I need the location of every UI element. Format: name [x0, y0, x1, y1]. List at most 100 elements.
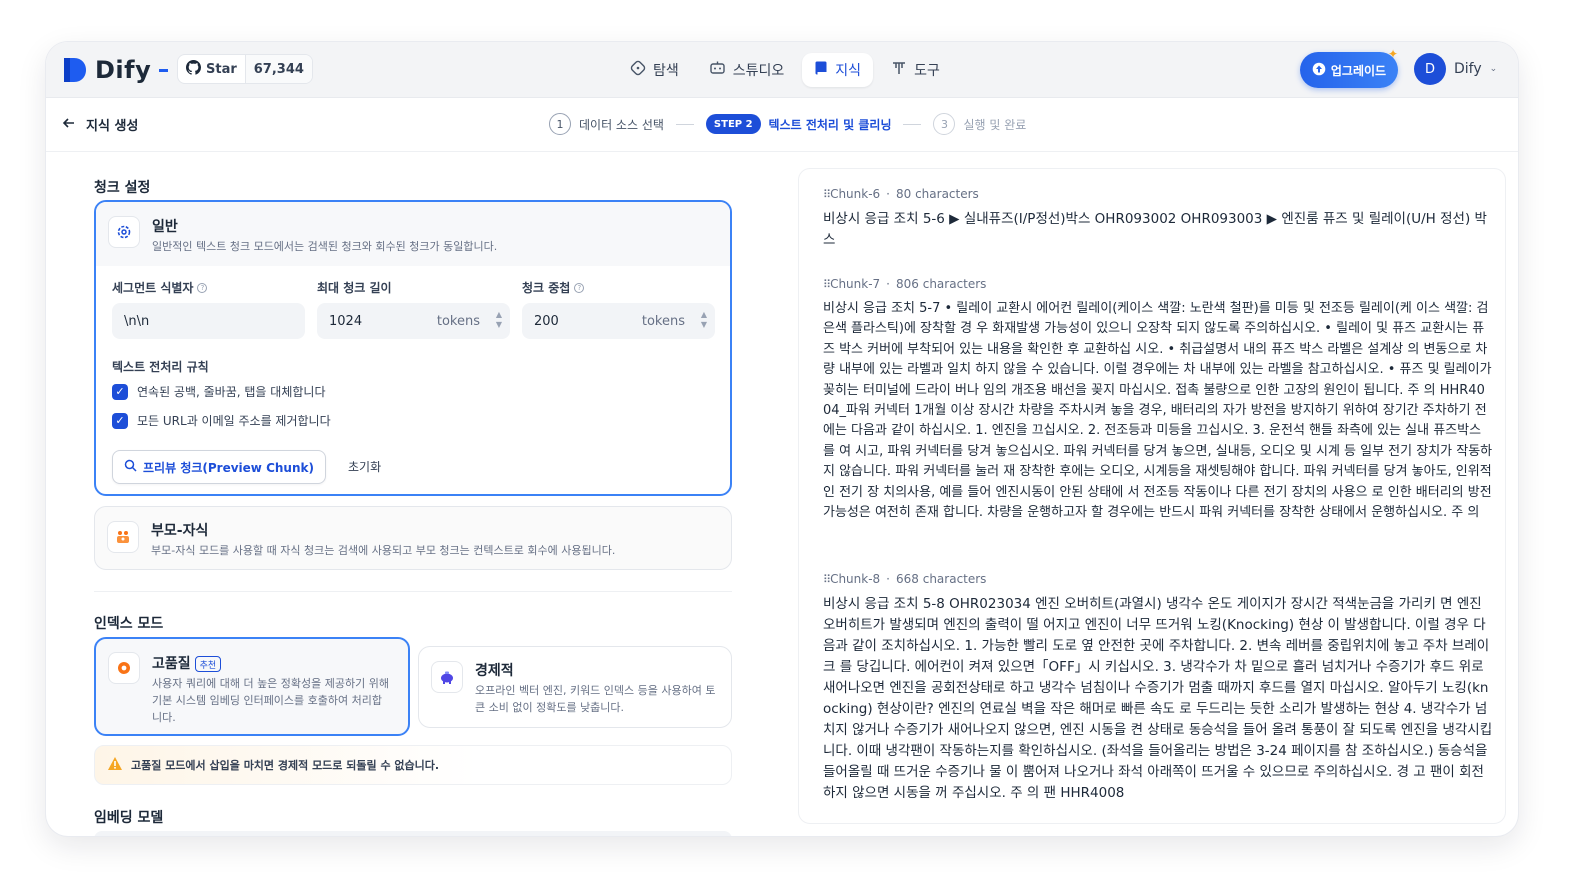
general-card-header [96, 202, 730, 266]
chunk-text: 비상시 응급 조치 5-8 OHR023034 엔진 오버히트(과열시) 냉각수… [823, 596, 1493, 801]
chunk-header: ⠿Chunk-8 · 668 characters [823, 570, 1493, 588]
reset-button[interactable]: 초기화 [348, 458, 381, 475]
nav-tools[interactable]: 도구 [879, 53, 952, 87]
chunk-title: ⠿Chunk-8 [823, 572, 881, 586]
unit-label: tokens [436, 313, 480, 329]
chunk-char-count: 668 characters [896, 572, 987, 586]
chunk-header: ⠿Chunk-6 · 80 characters [823, 185, 1493, 203]
embedding-model-title: 임베딩 모델 [94, 810, 164, 826]
high-quality-card[interactable]: 고품질 추천 사용자 쿼리에 대해 더 높은 정확성을 제공하기 위해 기본 시스… [94, 637, 410, 736]
nav-studio-label: 스튜디오 [732, 63, 785, 79]
robot-icon [709, 60, 726, 80]
high-quality-title: 고품질 추천 [152, 653, 222, 673]
nav-knowledge-label: 지식 [835, 63, 862, 79]
upgrade-icon [1312, 62, 1326, 79]
arrow-left-icon [62, 116, 76, 134]
recommended-badge: 추천 [194, 656, 222, 672]
rule-remove-urls[interactable]: ✓ 모든 URL과 이메일 주소를 제거합니다 [112, 412, 331, 429]
warning-icon [107, 756, 123, 774]
rule-replace-spaces[interactable]: ✓ 연속된 공백, 줄바꿈, 탭을 대체합니다 [112, 383, 326, 400]
economy-card[interactable]: 경제적 오프라인 벡터 엔진, 키워드 인덱스 등을 사용하여 토큰 소비 없이… [418, 646, 732, 728]
upgrade-button[interactable]: 업그레이드 [1300, 52, 1398, 88]
chunk-title: ⠿Chunk-6 [823, 187, 881, 201]
nav-explore[interactable]: 탐색 [618, 53, 691, 87]
chunk-item: ⠿Chunk-8 · 668 characters 비상시 응급 조치 5-8 … [823, 570, 1493, 804]
gear-icon [108, 216, 140, 248]
chunk-char-count: 80 characters [896, 187, 979, 201]
section-divider [94, 591, 732, 592]
general-chunk-card[interactable]: 일반 일반적인 텍스트 청크 모드에서는 검색된 청크와 회수된 청크가 동일합… [94, 200, 732, 496]
sparkle-icon: ✦ [1388, 47, 1399, 61]
overlap-input[interactable]: 200 tokens ▲ ▼ [522, 303, 715, 339]
unit-label: tokens [641, 313, 685, 329]
checkbox-checked[interactable]: ✓ [112, 383, 128, 400]
index-mode-title: 인덱스 모드 [94, 616, 164, 632]
github-star-widget[interactable]: Star 67,344 [177, 54, 313, 84]
step-divider [903, 123, 922, 125]
economy-title: 경제적 [475, 663, 514, 679]
back-label: 지식 생성 [86, 119, 139, 134]
app-window: Dify Star 67,344 탐색 스튜디오 지식 도구 업그레이드 ✦ D… [46, 42, 1518, 836]
back-button[interactable]: 지식 생성 [62, 115, 138, 134]
overlap-label: 청크 중첩? [522, 279, 585, 296]
tools-icon [891, 60, 907, 80]
general-description: 일반적인 텍스트 청크 모드에서는 검색된 청크와 회수된 청크가 동일합니다. [152, 240, 498, 253]
step-bar: 지식 생성 1 데이터 소스 선택 STEP 2 텍스트 전처리 및 클리닝 3… [46, 98, 1518, 152]
dot-separator: · [886, 572, 890, 586]
grid-icon: ⠿ [823, 188, 831, 201]
search-icon [124, 459, 137, 475]
high-quality-description: 사용자 쿼리에 대해 더 높은 정확성을 제공하기 위해 기본 시스템 임베딩 … [152, 677, 389, 724]
stepper-arrows-icon: ▲ ▼ [700, 310, 707, 329]
chunk-preview-panel: ⠿Chunk-6 · 80 characters 비상시 응급 조치 5-6 ▶… [798, 168, 1506, 824]
nav-studio[interactable]: 스튜디오 [697, 53, 797, 87]
upgrade-label: 업그레이드 [1330, 63, 1387, 78]
help-icon: ? [197, 282, 208, 293]
dot-separator: · [886, 187, 890, 201]
top-header: Dify Star 67,344 탐색 스튜디오 지식 도구 업그레이드 ✦ D… [46, 42, 1518, 98]
index-mode-warning: 고품질 모드에서 삽입을 마치면 경제적 모드로 되돌릴 수 없습니다. [94, 745, 732, 785]
stepper: 1 데이터 소스 선택 STEP 2 텍스트 전처리 및 클리닝 3 실행 및 … [549, 113, 1026, 135]
chunk-text: 비상시 응급 조치 5-7 • 릴레이 교환시 에어컨 릴레이(케이스 색깔: … [823, 301, 1493, 521]
step-3-number: 3 [933, 113, 956, 135]
dify-logo-mark [62, 56, 88, 84]
general-title: 일반 [152, 219, 178, 235]
quality-icon [108, 652, 140, 684]
embedding-model-selector[interactable] [94, 831, 732, 836]
preview-chunk-button[interactable]: 프리뷰 청크(Preview Chunk) [112, 450, 326, 484]
chunk-text: 비상시 응급 조치 5-6 ▶ 실내퓨즈(I/P정선)박스 OHR093002 … [823, 211, 1487, 248]
github-icon [186, 59, 202, 79]
avatar: D [1414, 53, 1446, 85]
parent-child-card[interactable]: 부모-자식 부모-자식 모드를 사용할 때 자식 청크는 검색에 사용되고 부모… [94, 506, 732, 570]
star-label: Star [206, 61, 237, 77]
parent-child-title: 부모-자식 [151, 523, 209, 539]
logo-underscore [159, 68, 169, 72]
preprocessing-rules-label: 텍스트 전처리 규칙 [112, 360, 209, 374]
user-name: Dify [1454, 61, 1482, 77]
dify-logo[interactable]: Dify [62, 54, 169, 86]
step-divider [675, 123, 694, 125]
max-length-input[interactable]: 1024 tokens ▲ ▼ [317, 303, 510, 339]
chunk-settings-title: 청크 설정 [94, 180, 151, 196]
user-menu[interactable]: D Dify ⌄ [1414, 53, 1497, 85]
segment-identifier-input[interactable]: \n\n [112, 303, 305, 339]
nav-explore-label: 탐색 [653, 63, 679, 79]
chunk-item: ⠿Chunk-7 · 806 characters 비상시 응급 조치 5-7 … [823, 275, 1493, 523]
star-count: 67,344 [244, 55, 312, 83]
max-length-label: 최대 청크 길이 [317, 281, 392, 295]
main-nav: 탐색 스튜디오 지식 도구 [618, 52, 952, 88]
step-1-number: 1 [549, 113, 571, 135]
checkbox-checked[interactable]: ✓ [112, 412, 128, 429]
chunk-item: ⠿Chunk-6 · 80 characters 비상시 응급 조치 5-6 ▶… [823, 185, 1493, 251]
help-icon: ? [574, 282, 585, 293]
segment-label: 세그먼트 식별자? [112, 279, 208, 296]
stepper-arrows-icon: ▲ ▼ [495, 310, 502, 329]
chevron-down-icon: ⌄ [1489, 64, 1498, 74]
chunk-char-count: 806 characters [896, 277, 987, 291]
economy-description: 오프라인 벡터 엔진, 키워드 인덱스 등을 사용하여 토큰 소비 없이 정확도… [475, 684, 716, 714]
piggy-bank-icon [431, 661, 463, 693]
step-2-label: 텍스트 전처리 및 클리닝 [768, 117, 892, 132]
compass-icon [630, 60, 646, 80]
nav-knowledge[interactable]: 지식 [802, 53, 874, 87]
logo-text: Dify [95, 56, 152, 84]
grid-icon: ⠿ [823, 573, 831, 586]
